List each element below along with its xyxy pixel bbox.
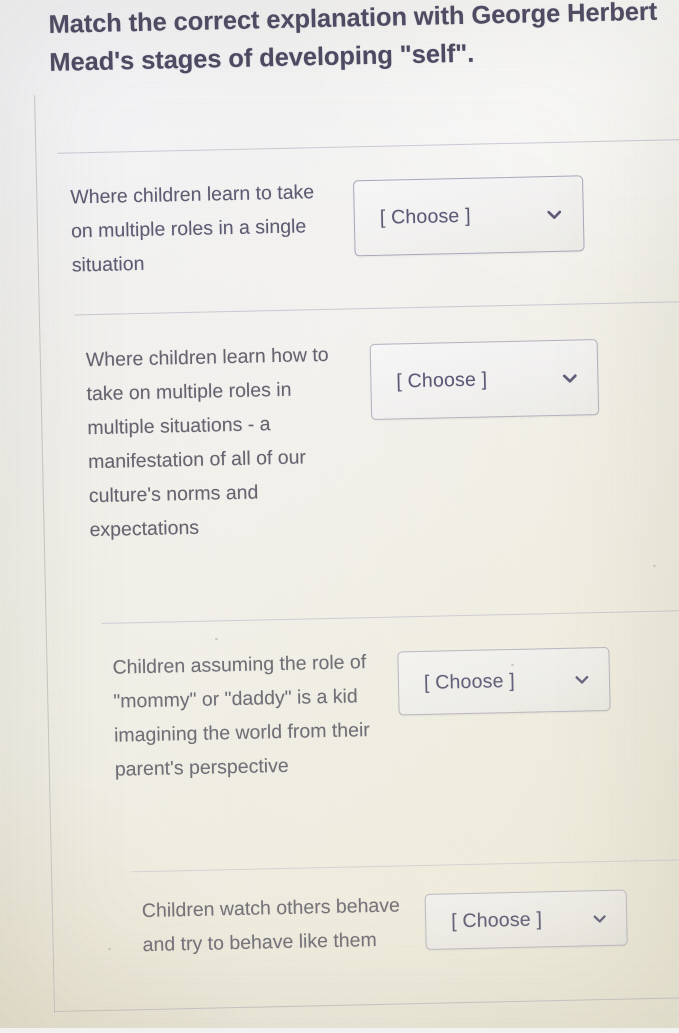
match-row-4-select[interactable]: [ Choose ]	[424, 889, 628, 950]
match-row-3-explanation: Children assuming the role of "mommy" or…	[112, 651, 371, 781]
match-row-2-select-value: [ Choose ]	[396, 367, 488, 392]
divider-title	[57, 138, 679, 154]
match-row-4-select-value: [ Choose ]	[450, 907, 543, 932]
match-row-1: Where children learn to take on multiple…	[70, 167, 679, 283]
chevron-down-icon[interactable]	[588, 907, 610, 929]
question-container-left-border	[34, 95, 56, 1014]
match-row-3: Children assuming the role of "mommy" or…	[112, 638, 679, 787]
chevron-down-icon[interactable]	[543, 203, 565, 225]
match-row-1-select[interactable]: [ Choose ]	[353, 175, 585, 257]
quiz-page: Match the correct explanation with Georg…	[14, 0, 679, 1033]
question-prompt: Match the correct explanation with Georg…	[48, 0, 658, 77]
question-container-bottom-border	[54, 996, 679, 1013]
match-row-3-select-value: [ Choose ]	[423, 669, 516, 694]
match-row-2-select[interactable]: [ Choose ]	[369, 339, 600, 421]
divider-row-3	[131, 858, 679, 873]
match-row-2-explanation: Where children learn how to take on mult…	[85, 343, 329, 541]
chevron-down-icon[interactable]	[558, 366, 580, 388]
chevron-down-icon[interactable]	[571, 668, 593, 690]
match-row-4: Children watch others behave and try to …	[142, 882, 679, 963]
match-row-1-select-value: [ Choose ]	[379, 204, 471, 229]
match-row-2: Where children learn how to take on mult…	[86, 330, 679, 547]
divider-row-1	[74, 300, 679, 316]
match-row-4-explanation: Children watch others behave and try to …	[141, 894, 401, 957]
divider-row-2	[101, 609, 679, 624]
match-row-1-explanation: Where children learn to take on multiple…	[70, 181, 315, 277]
match-row-3-select[interactable]: [ Choose ]	[397, 646, 611, 716]
